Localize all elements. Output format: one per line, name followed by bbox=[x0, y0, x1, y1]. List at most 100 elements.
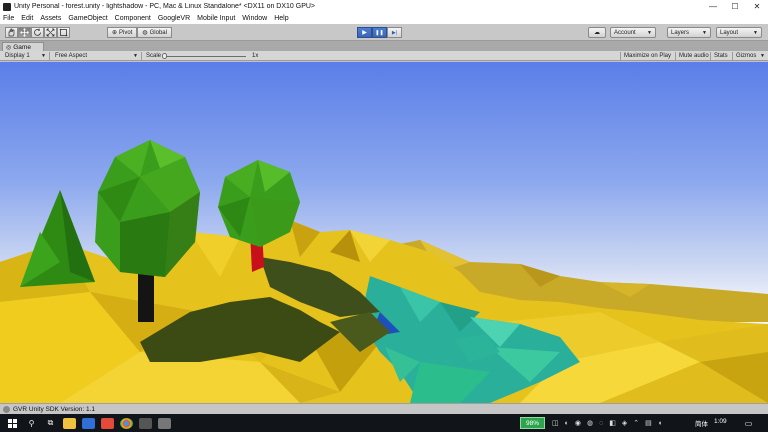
aspect-label: Free Aspect bbox=[55, 53, 88, 59]
hand-tool-button[interactable] bbox=[5, 27, 18, 38]
menu-bar: File Edit Assets GameObject Component Go… bbox=[0, 13, 768, 24]
move-tool-button[interactable] bbox=[18, 27, 31, 38]
gizmos-dropdown[interactable]: Gizmos ▼ bbox=[732, 52, 768, 60]
tray-icon[interactable]: ◌ bbox=[599, 420, 603, 427]
scale-tool-button[interactable] bbox=[44, 27, 57, 38]
display-dropdown[interactable]: Display 1 ▼ bbox=[2, 52, 50, 60]
menu-googlevr[interactable]: GoogleVR bbox=[158, 15, 190, 22]
display-label: Display 1 bbox=[5, 53, 30, 59]
status-text[interactable]: GVR Unity SDK Version: 1.1 bbox=[13, 406, 95, 413]
cloud-button[interactable]: ☁ bbox=[588, 27, 606, 38]
maximize-on-play-toggle[interactable]: Maximize on Play bbox=[620, 52, 674, 60]
layers-dropdown[interactable]: Layers ▼ bbox=[667, 27, 711, 38]
pivot-toggle-group: ⊕ Pivot ◍ Global bbox=[107, 27, 172, 38]
chevron-down-icon: ▼ bbox=[133, 53, 138, 59]
chevron-down-icon: ▼ bbox=[702, 29, 707, 36]
layers-group: Layers ▼ bbox=[667, 27, 711, 38]
tray-icon[interactable]: ◍ bbox=[587, 419, 593, 427]
scale-value: 1x bbox=[252, 53, 259, 59]
tray-icon[interactable]: ◫ bbox=[552, 419, 559, 427]
info-icon bbox=[3, 405, 10, 413]
layers-label: Layers bbox=[671, 29, 690, 36]
menu-assets[interactable]: Assets bbox=[40, 15, 61, 22]
playback-controls: ▶ ❚❚ ▶| bbox=[357, 27, 402, 38]
scale-slider-track[interactable] bbox=[164, 56, 246, 57]
game-viewport[interactable] bbox=[0, 62, 768, 403]
rotate-tool-button[interactable] bbox=[31, 27, 44, 38]
transform-tools bbox=[5, 27, 70, 38]
minimize-button[interactable]: — bbox=[702, 0, 724, 13]
network-icon[interactable]: ▤ bbox=[645, 419, 652, 427]
mute-audio-toggle[interactable]: Mute audio bbox=[675, 52, 712, 60]
file-explorer-icon[interactable] bbox=[63, 417, 76, 429]
low-poly-forest-scene bbox=[0, 62, 768, 403]
layout-group: Layout ▼ bbox=[716, 27, 762, 38]
app-icon-red[interactable] bbox=[101, 417, 114, 429]
layout-label: Layout bbox=[720, 29, 739, 36]
stats-toggle[interactable]: Stats bbox=[710, 52, 731, 60]
global-label: Global bbox=[149, 29, 167, 36]
global-button[interactable]: ◍ Global bbox=[137, 27, 172, 38]
unity-logo-icon bbox=[3, 2, 11, 11]
layout-dropdown[interactable]: Layout ▼ bbox=[716, 27, 762, 38]
tray-icon[interactable]: ◈ bbox=[622, 419, 627, 427]
mail-app-icon[interactable] bbox=[82, 417, 95, 429]
task-view-icon[interactable]: ⧉ bbox=[44, 417, 57, 429]
menu-gameobject[interactable]: GameObject bbox=[68, 15, 107, 22]
chevron-down-icon: ▼ bbox=[760, 53, 765, 59]
rect-tool-icon bbox=[59, 28, 68, 37]
rect-tool-button[interactable] bbox=[57, 27, 70, 38]
menu-mobile-input[interactable]: Mobile Input bbox=[197, 15, 235, 22]
windows-start-icon[interactable] bbox=[6, 417, 19, 429]
stats-label: Stats bbox=[714, 53, 728, 59]
status-bar: GVR Unity SDK Version: 1.1 bbox=[0, 403, 768, 414]
chrome-icon[interactable] bbox=[120, 417, 133, 429]
maximize-on-play-label: Maximize on Play bbox=[624, 53, 672, 59]
aspect-dropdown[interactable]: Free Aspect ▼ bbox=[52, 52, 142, 60]
play-button[interactable]: ▶ bbox=[357, 27, 372, 38]
game-tab-strip: ◎ Game bbox=[0, 41, 768, 51]
menu-help[interactable]: Help bbox=[274, 15, 288, 22]
globe-icon: ◍ bbox=[142, 30, 148, 36]
pivot-button[interactable]: ⊕ Pivot bbox=[107, 27, 138, 38]
tab-game-label: Game bbox=[13, 43, 31, 51]
hand-icon bbox=[8, 28, 15, 37]
pivot-icon: ⊕ bbox=[112, 30, 118, 36]
rotate-icon bbox=[34, 28, 41, 36]
app-icon-gray[interactable] bbox=[158, 417, 171, 429]
pause-icon: ❚❚ bbox=[375, 29, 384, 36]
close-button[interactable]: ✕ bbox=[746, 0, 768, 13]
play-icon: ▶ bbox=[362, 30, 367, 36]
mute-audio-label: Mute audio bbox=[679, 53, 709, 59]
volume-icon[interactable]: ◖ bbox=[658, 420, 662, 427]
system-tray: ◫ ◐ ◉ ◍ ◌ ◧ ◈ ⌃ ▤ ◖ bbox=[552, 417, 668, 429]
move-arrows-icon bbox=[20, 28, 29, 37]
unity-taskbar-icon[interactable] bbox=[139, 417, 152, 429]
chevron-down-icon: ▼ bbox=[647, 29, 652, 36]
title-bar: Unity Personal - forest.unity - lightsha… bbox=[0, 0, 768, 13]
tab-game[interactable]: ◎ Game bbox=[2, 42, 44, 51]
step-icon: ▶| bbox=[391, 29, 398, 36]
scale-icon bbox=[46, 28, 55, 37]
account-dropdown[interactable]: Account ▼ bbox=[610, 27, 656, 38]
notification-icon[interactable]: ▭ bbox=[742, 417, 755, 429]
tray-icon[interactable]: ◐ bbox=[565, 420, 569, 427]
battery-percent: 98% bbox=[525, 419, 539, 427]
menu-file[interactable]: File bbox=[3, 15, 14, 22]
maximize-button[interactable]: ☐ bbox=[724, 0, 746, 13]
search-icon[interactable]: ⚲ bbox=[25, 417, 38, 429]
tray-icon[interactable]: ◧ bbox=[609, 419, 616, 427]
cloud-icon: ☁ bbox=[594, 30, 600, 36]
window-title: Unity Personal - forest.unity - lightsha… bbox=[14, 3, 316, 10]
clock[interactable]: 1:09 bbox=[714, 418, 727, 425]
step-button[interactable]: ▶| bbox=[387, 27, 402, 38]
tray-icon[interactable]: ◉ bbox=[575, 419, 581, 427]
pause-button[interactable]: ❚❚ bbox=[372, 27, 387, 38]
menu-component[interactable]: Component bbox=[115, 15, 151, 22]
battery-indicator[interactable]: 98% bbox=[520, 417, 545, 429]
input-language[interactable]: 简体 bbox=[695, 418, 708, 428]
menu-edit[interactable]: Edit bbox=[21, 15, 33, 22]
menu-window[interactable]: Window bbox=[242, 15, 267, 22]
chevron-up-icon[interactable]: ⌃ bbox=[633, 419, 639, 427]
scale-slider-thumb[interactable] bbox=[162, 53, 167, 59]
